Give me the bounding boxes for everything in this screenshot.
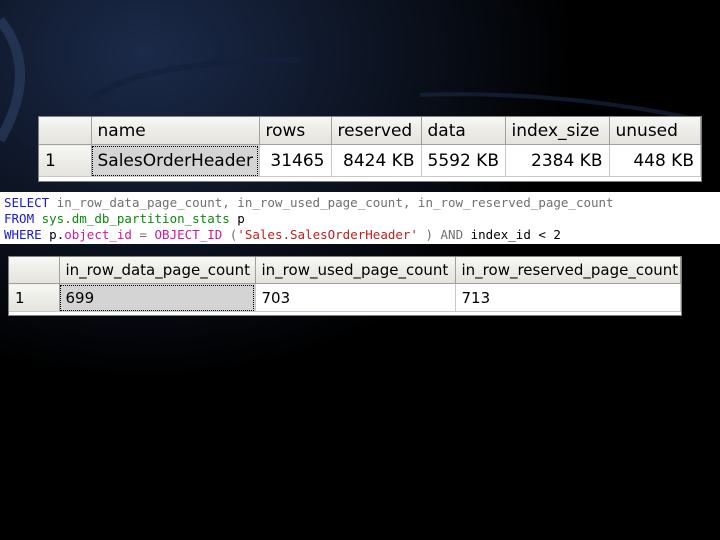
column-header-rows[interactable]: rows (259, 117, 332, 145)
sql-operator: = (131, 227, 155, 242)
cell-rows[interactable]: 31465 (259, 144, 332, 177)
sql-alias: p (229, 211, 245, 226)
column-header-index-size[interactable]: index_size (505, 117, 610, 145)
sql-paren-close: ) (417, 227, 441, 242)
column-header-in-row-used-page-count[interactable]: in_row_used_page_count (255, 257, 456, 284)
sql-function: OBJECT_ID (154, 227, 223, 242)
column-header-in-row-data-page-count[interactable]: in_row_data_page_count (59, 257, 256, 284)
corner-header[interactable] (9, 257, 60, 284)
sql-keyword-and: AND (440, 227, 464, 242)
column-header-in-row-reserved-page-count[interactable]: in_row_reserved_page_count (455, 257, 681, 284)
row-number[interactable]: 1 (9, 283, 60, 312)
sql-column-object-id: object_id (64, 227, 132, 242)
sql-line-2: FROM sys.dm_db_partition_stats p (4, 211, 720, 227)
column-header-data[interactable]: data (421, 117, 506, 145)
results-grid-space-used[interactable]: name rows reserved data index_size unuse… (38, 116, 702, 182)
sql-keyword-select: SELECT (4, 195, 50, 210)
sql-line-3: WHERE p.object_id = OBJECT_ID ('Sales.Sa… (4, 227, 720, 243)
sql-paren-open: ( (222, 227, 238, 242)
sql-condition-index-id: index_id < 2 (463, 227, 561, 242)
cell-in-row-data-page-count[interactable]: 699 (59, 283, 256, 312)
cell-index-size[interactable]: 2384 KB (505, 144, 610, 177)
corner-header[interactable] (39, 117, 92, 145)
column-header-name[interactable]: name (91, 117, 260, 145)
sql-query-editor[interactable]: SELECT in_row_data_page_count, in_row_us… (0, 192, 720, 244)
header-row: name rows reserved data index_size unuse… (39, 117, 701, 145)
cell-data[interactable]: 5592 KB (421, 144, 506, 177)
results-grid-page-counts[interactable]: in_row_data_page_count in_row_used_page_… (8, 256, 682, 316)
row-number[interactable]: 1 (39, 144, 92, 177)
column-header-unused[interactable]: unused (609, 117, 701, 145)
sql-select-columns: in_row_data_page_count, in_row_used_page… (49, 195, 614, 210)
sql-line-1: SELECT in_row_data_page_count, in_row_us… (4, 195, 720, 211)
cell-in-row-used-page-count[interactable]: 703 (255, 283, 456, 312)
sql-keyword-from: FROM (4, 211, 35, 226)
table-row[interactable]: 1 SalesOrderHeader 31465 8424 KB 5592 KB… (39, 144, 701, 177)
column-header-reserved[interactable]: reserved (331, 117, 422, 145)
cell-unused[interactable]: 448 KB (609, 144, 701, 177)
cell-in-row-reserved-page-count[interactable]: 713 (455, 283, 681, 312)
cell-name[interactable]: SalesOrderHeader (91, 144, 260, 177)
sql-string-literal: 'Sales.SalesOrderHeader' (237, 227, 418, 242)
table-row[interactable]: 1 699 703 713 (9, 283, 681, 312)
cell-reserved[interactable]: 8424 KB (331, 144, 422, 177)
sql-system-view: sys.dm_db_partition_stats (34, 211, 230, 226)
header-row: in_row_data_page_count in_row_used_page_… (9, 257, 681, 284)
sql-keyword-where: WHERE (4, 227, 42, 242)
sql-alias-ref: p. (41, 227, 65, 242)
